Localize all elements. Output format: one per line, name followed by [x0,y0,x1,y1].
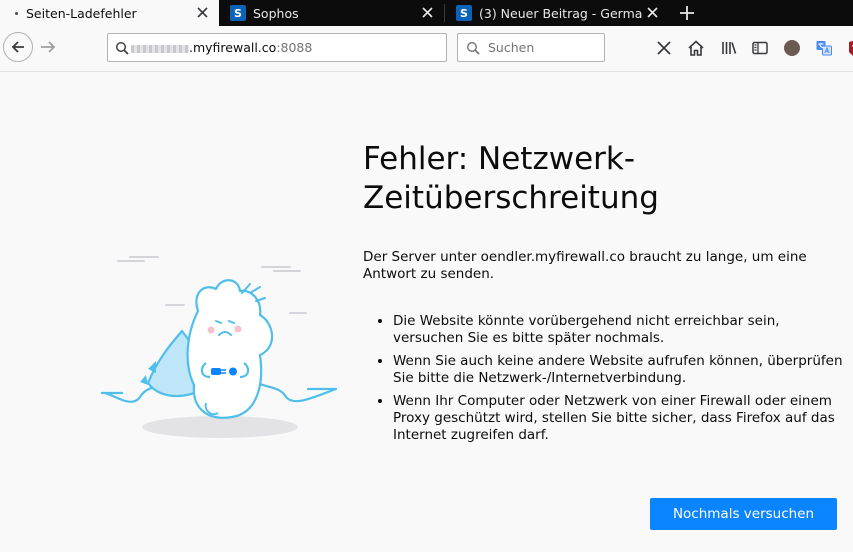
arrow-right-icon[interactable] [38,37,58,57]
disconnected-dinosaur-illustration [100,256,338,438]
close-icon[interactable] [194,4,211,21]
tab-sophos[interactable]: S Sophos [219,0,444,26]
shield-icon [849,41,853,56]
navigation-toolbar: .myfirewall.co :8088 Suchen [0,26,853,72]
tab-title: (3) Neuer Beitrag - German [479,5,642,21]
avatar [784,40,800,56]
error-title-line2: Zeitüberschreitung [363,180,659,216]
stop-button[interactable] [654,38,674,58]
sidebar-icon [752,41,768,55]
list-item: Wenn Ihr Computer oder Netzwerk von eine… [393,393,843,444]
sophos-favicon-icon: S [230,5,246,21]
close-icon[interactable] [644,4,661,21]
search-placeholder: Suchen [488,40,535,55]
home-button[interactable] [686,38,706,58]
redacted-subdomain [131,44,189,53]
list-item: Die Website könnte vorübergehend nicht e… [393,313,843,347]
tab-error-page[interactable]: Seiten-Ladefehler [0,0,219,26]
home-icon [688,40,704,56]
error-tips-list: Die Website könnte vorübergehend nicht e… [363,313,843,450]
extension-button[interactable] [844,38,853,58]
close-icon [657,41,671,55]
tab-title: Sophos [253,5,299,21]
back-button[interactable] [3,32,33,62]
error-title-line1: Fehler: Netzwerk- [363,141,636,177]
sidebar-button[interactable] [750,38,770,58]
tab-neuer-beitrag[interactable]: S (3) Neuer Beitrag - German [445,0,669,26]
tab-title: Seiten-Ladefehler [26,5,137,21]
error-description: Der Server unter oendler.myfirewall.co b… [363,249,807,282]
list-item: Wenn Sie auch keine andere Website aufru… [393,353,843,387]
search-icon [115,41,129,55]
search-icon [466,41,480,55]
error-title: Fehler: Netzwerk- Zeitüberschreitung [363,140,783,218]
account-button[interactable] [782,38,802,58]
new-tab-plus-icon[interactable] [677,3,697,23]
tab-strip: Seiten-Ladefehler S Sophos S (3) Neuer B… [0,0,853,26]
url-bar[interactable]: .myfirewall.co :8088 [107,33,447,62]
arrow-left-icon [11,41,24,53]
search-bar[interactable]: Suchen [457,33,605,62]
library-button[interactable] [719,38,739,58]
translate-button[interactable] [814,38,834,58]
sophos-favicon-icon: S [456,5,472,21]
translate-icon [816,41,832,56]
library-icon [722,42,737,54]
url-port: :8088 [276,40,313,55]
close-icon[interactable] [419,4,436,21]
url-host: .myfirewall.co [189,40,277,55]
tab-loading-dot [15,11,18,15]
retry-button[interactable]: Nochmals versuchen [650,498,837,530]
